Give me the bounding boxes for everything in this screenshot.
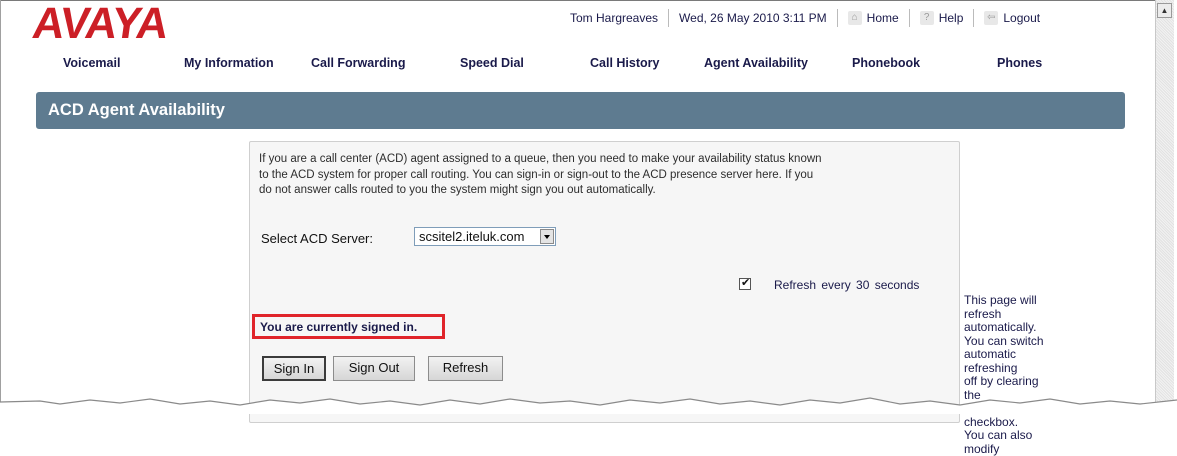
main-nav: Voicemail My Information Call Forwarding… bbox=[0, 56, 1150, 74]
browser-window: AVAYA Tom Hargreaves Wed, 26 May 2010 3:… bbox=[0, 0, 1177, 455]
nav-phonebook[interactable]: Phonebook bbox=[852, 56, 920, 70]
help-label: Help bbox=[938, 11, 964, 25]
home-icon: ⌂ bbox=[847, 11, 862, 25]
help-line: You can also modify bbox=[964, 428, 1033, 456]
intro-line: do not answer calls routed to you the sy… bbox=[259, 184, 656, 196]
help-line: automatic refreshing bbox=[964, 347, 1018, 375]
intro-line: to the ACD system for proper call routin… bbox=[259, 168, 814, 181]
nav-phones[interactable]: Phones bbox=[997, 56, 1042, 70]
help-line: refresh automatically. bbox=[964, 306, 1037, 334]
nav-call-history[interactable]: Call History bbox=[590, 56, 659, 70]
logout-icon: ⇦ bbox=[984, 11, 999, 25]
help-link[interactable]: ? Help bbox=[910, 9, 974, 27]
help-line-rest: checkbox. bbox=[964, 414, 1019, 429]
home-link[interactable]: ⌂ Home bbox=[838, 9, 909, 27]
chevron-down-icon[interactable] bbox=[540, 229, 554, 244]
nav-speed-dial[interactable]: Speed Dial bbox=[460, 56, 524, 70]
help-line: This page will bbox=[964, 293, 1037, 307]
nav-agent-availability[interactable]: Agent Availability bbox=[704, 56, 808, 70]
window-top-edge bbox=[0, 0, 1155, 1]
page-title-bar: ACD Agent Availability bbox=[36, 92, 1125, 129]
help-line: You can switch bbox=[964, 333, 1044, 348]
nav-my-information[interactable]: My Information bbox=[184, 56, 274, 70]
page-title: ACD Agent Availability bbox=[48, 101, 225, 119]
torn-edge bbox=[0, 397, 1177, 414]
intro-line: If you are a call center (ACD) agent ass… bbox=[259, 153, 822, 165]
scroll-up-icon[interactable]: ▲ bbox=[1157, 3, 1172, 18]
logout-label: Logout bbox=[1003, 11, 1041, 25]
intro-text: If you are a call center (ACD) agent ass… bbox=[259, 152, 959, 199]
acd-server-select[interactable]: scsitel2.iteluk.com bbox=[414, 227, 556, 246]
logout-link[interactable]: ⇦ Logout bbox=[974, 9, 1050, 27]
status-message: You are currently signed in. bbox=[260, 320, 418, 334]
date-time: Wed, 26 May 2010 3:11 PM bbox=[679, 11, 827, 25]
refresh-checkbox[interactable] bbox=[739, 276, 751, 290]
top-bar: Tom Hargreaves Wed, 26 May 2010 3:11 PM … bbox=[560, 9, 1145, 27]
refresh-label: Refresh every 30 seconds bbox=[774, 278, 920, 292]
home-label: Home bbox=[866, 11, 899, 25]
vertical-scrollbar[interactable]: ▲ bbox=[1155, 0, 1174, 410]
help-icon: ? bbox=[919, 11, 934, 25]
acd-server-label: Select ACD Server: bbox=[261, 231, 373, 246]
help-note: This page will refresh automatically. Yo… bbox=[964, 293, 1054, 456]
avaya-logo: AVAYA bbox=[29, 0, 171, 48]
sign-out-button[interactable]: Sign Out bbox=[333, 356, 415, 381]
user-name: Tom Hargreaves bbox=[570, 11, 659, 25]
refresh-button[interactable]: Refresh bbox=[428, 356, 503, 381]
acd-server-value: scsitel2.iteluk.com bbox=[419, 229, 525, 244]
nav-call-forwarding[interactable]: Call Forwarding bbox=[311, 56, 405, 70]
nav-voicemail[interactable]: Voicemail bbox=[63, 56, 120, 70]
sign-in-button[interactable]: Sign In bbox=[262, 356, 326, 381]
